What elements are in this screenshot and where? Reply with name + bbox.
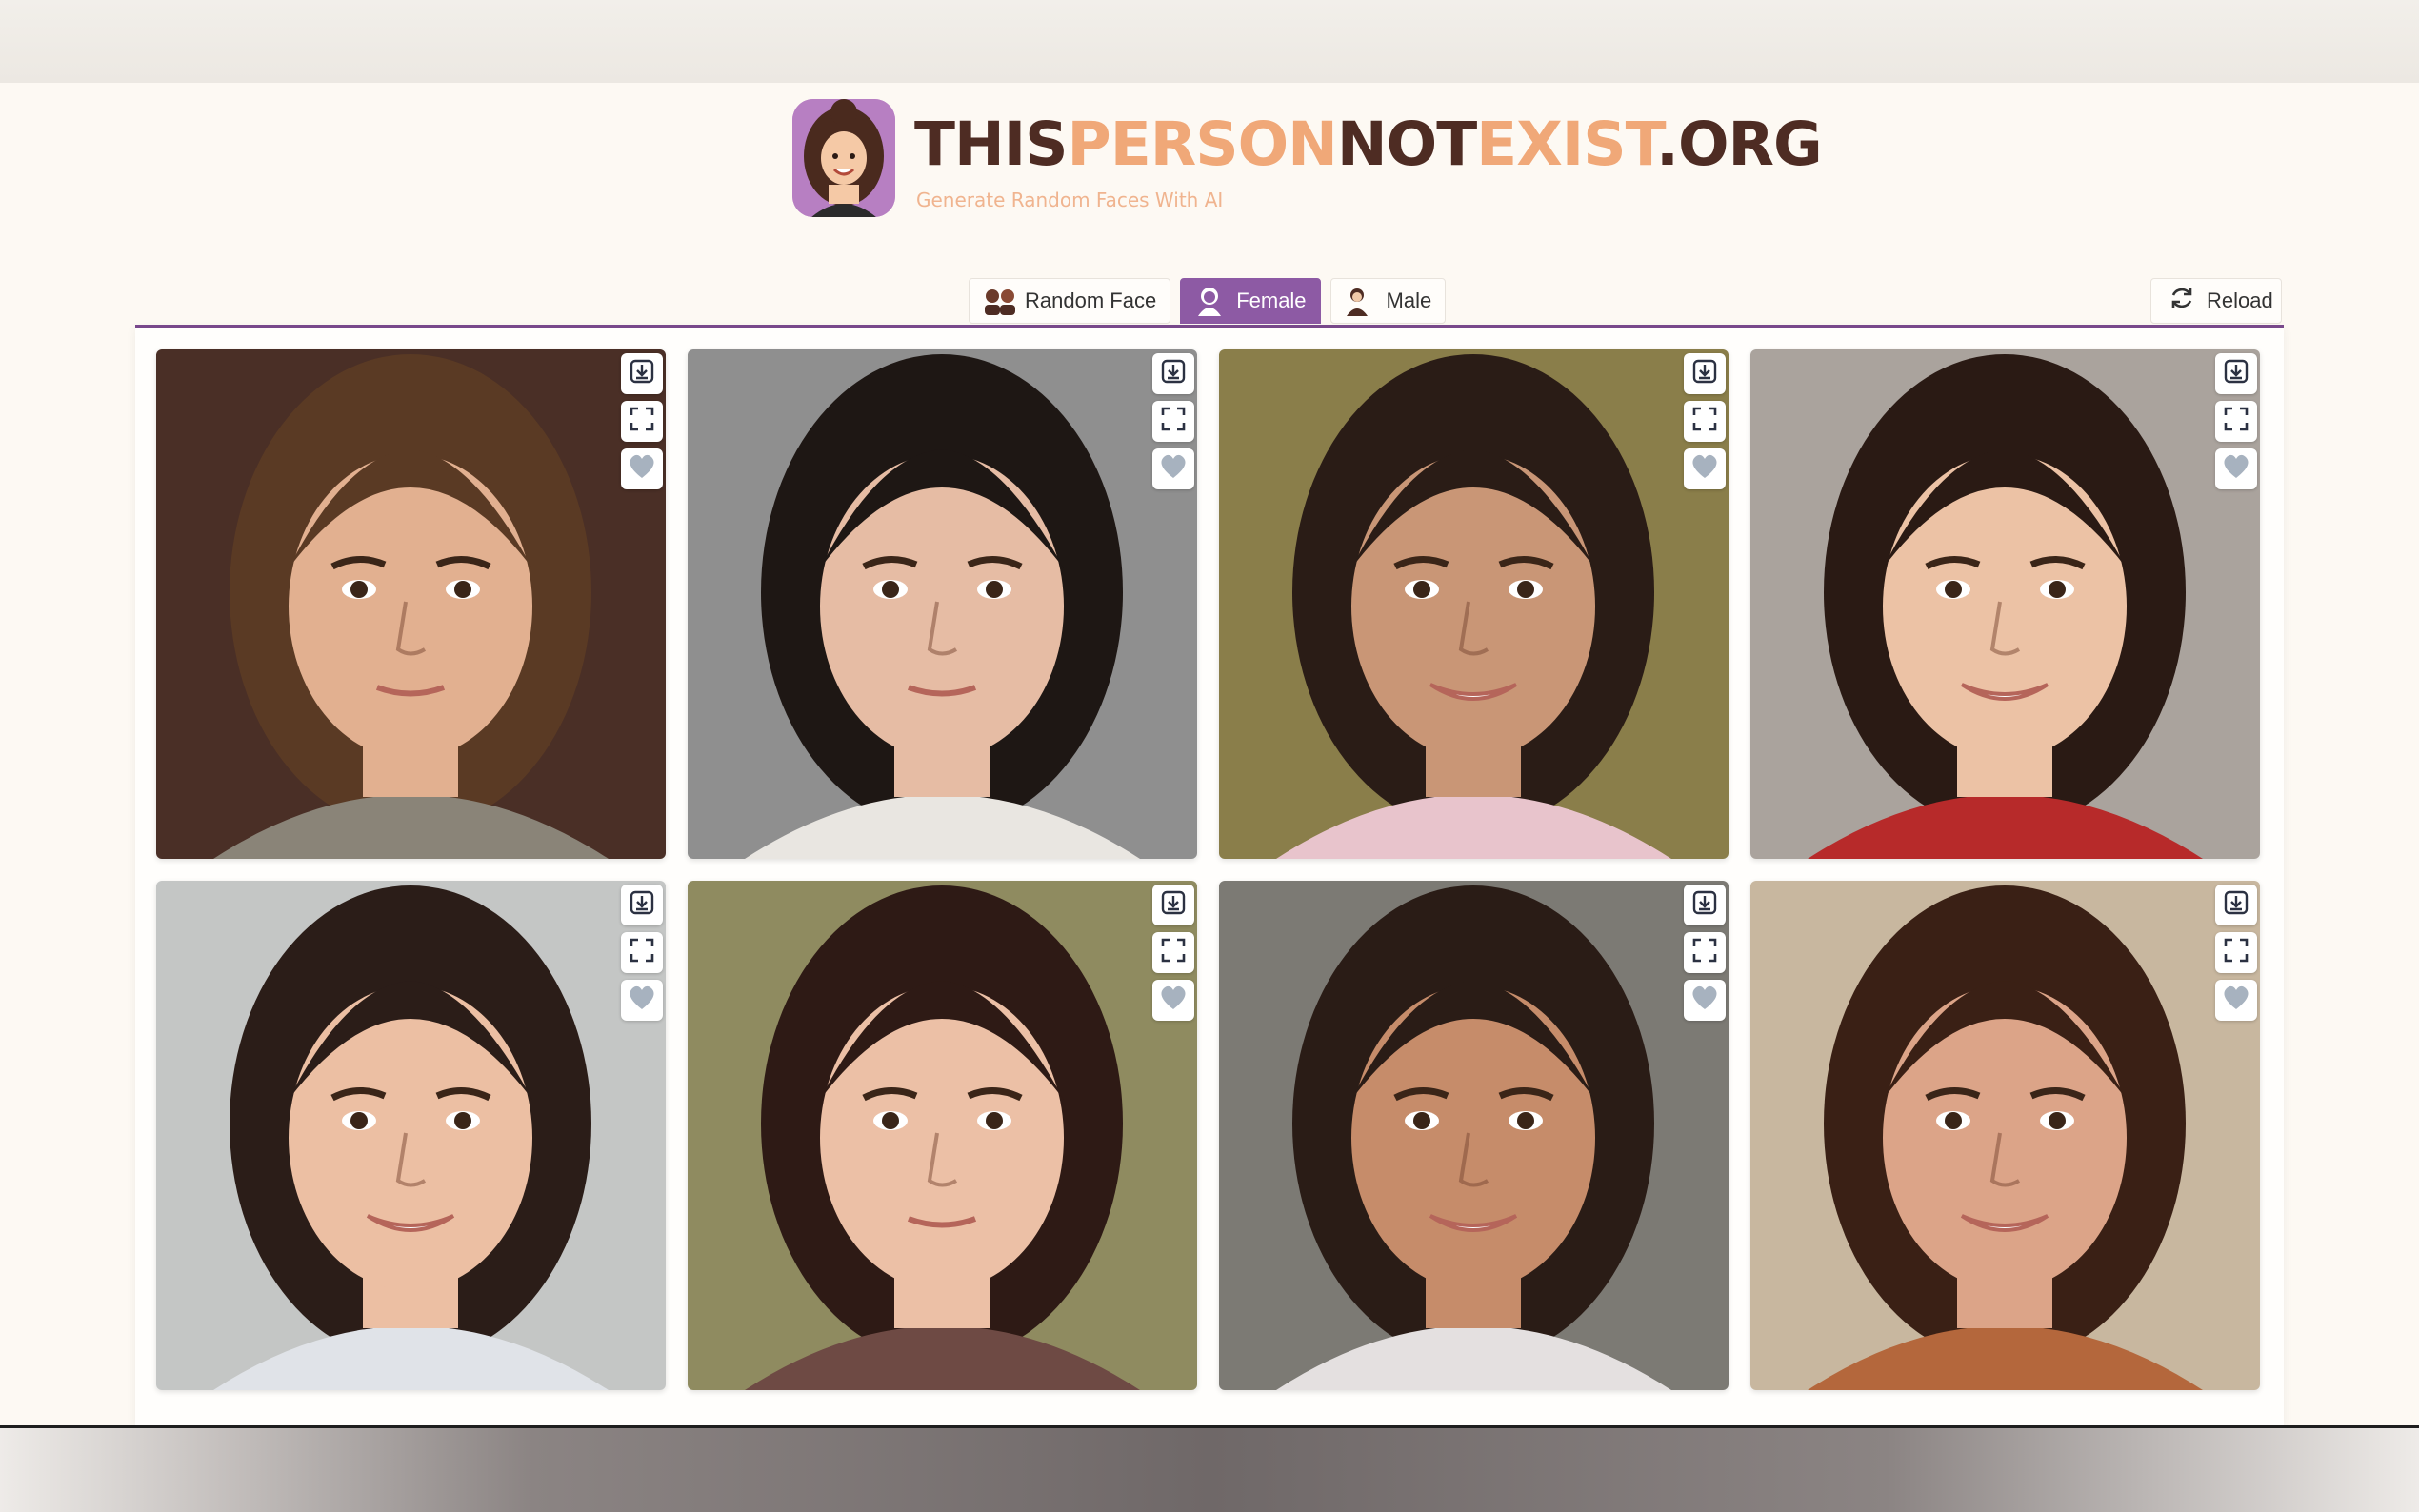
face-card[interactable] [1219,349,1729,859]
fullscreen-icon [1160,937,1187,968]
favorite-button[interactable] [621,980,663,1021]
browser-top-area [0,0,2419,83]
tab-female-label: Female [1236,288,1307,312]
card-actions [2215,885,2257,1021]
fullscreen-icon [629,937,655,968]
face-photo-woman [156,349,666,859]
favorite-button[interactable] [1684,448,1726,489]
heart-icon [1690,453,1719,485]
face-card[interactable] [1750,349,2260,859]
face-photo-woman [156,881,666,1390]
download-button[interactable] [1152,353,1194,394]
download-icon [1691,889,1718,921]
heart-icon [1159,453,1188,485]
fullscreen-icon [2223,937,2249,968]
fullscreen-icon [1160,406,1187,437]
download-button[interactable] [2215,885,2257,925]
tab-male[interactable]: Male [1329,278,1447,324]
tab-male-label: Male [1386,288,1432,312]
download-icon [2223,889,2249,921]
male-icon [1343,286,1377,316]
heart-icon [2222,453,2250,485]
download-button[interactable] [621,353,663,394]
fullscreen-button[interactable] [621,401,663,442]
face-photo-woman [688,881,1197,1390]
gender-tabs: Random Face Female Male [969,278,1447,324]
fullscreen-icon [2223,406,2249,437]
card-actions [1684,885,1726,1021]
face-card[interactable] [688,881,1197,1390]
download-button[interactable] [621,885,663,925]
heart-icon [1159,985,1188,1016]
download-icon [629,889,655,921]
face-card[interactable] [1219,881,1729,1390]
fullscreen-button[interactable] [621,932,663,973]
fullscreen-button[interactable] [2215,932,2257,973]
face-photo-woman [1750,881,2260,1390]
face-card[interactable] [156,881,666,1390]
card-actions [1152,885,1194,1021]
favorite-button[interactable] [2215,448,2257,489]
card-actions [1684,353,1726,489]
tab-random-face[interactable]: Random Face [969,278,1171,324]
card-actions [2215,353,2257,489]
download-button[interactable] [1684,353,1726,394]
favorite-button[interactable] [1684,980,1726,1021]
female-icon [1192,286,1227,316]
reload-button[interactable]: Reload [2150,278,2282,324]
card-actions [621,353,663,489]
face-card[interactable] [1750,881,2260,1390]
heart-icon [628,453,656,485]
download-button[interactable] [1684,885,1726,925]
heart-icon [628,985,656,1016]
fullscreen-icon [629,406,655,437]
face-photo-woman [1750,349,2260,859]
face-grid [156,349,2260,1390]
download-icon [2223,358,2249,389]
download-icon [1160,889,1187,921]
refresh-icon [2169,285,2195,317]
fullscreen-button[interactable] [1684,401,1726,442]
download-icon [629,358,655,389]
fullscreen-button[interactable] [2215,401,2257,442]
bottom-overlay-bar [0,1425,2419,1512]
favorite-button[interactable] [2215,980,2257,1021]
favorite-button[interactable] [1152,448,1194,489]
reload-label: Reload [2207,288,2273,312]
fullscreen-button[interactable] [1152,401,1194,442]
face-photo-woman [1219,881,1729,1390]
face-photo-woman [1219,349,1729,859]
card-actions [1152,353,1194,489]
fullscreen-button[interactable] [1152,932,1194,973]
tab-random-face-label: Random Face [1025,288,1157,312]
tab-female[interactable]: Female [1180,278,1321,324]
fullscreen-icon [1691,937,1718,968]
face-photo-woman [688,349,1197,859]
two-people-icon [981,286,1015,316]
download-button[interactable] [1152,885,1194,925]
face-card[interactable] [156,349,666,859]
face-card[interactable] [688,349,1197,859]
fullscreen-icon [1691,406,1718,437]
download-icon [1691,358,1718,389]
favorite-button[interactable] [621,448,663,489]
favorite-button[interactable] [1152,980,1194,1021]
site-title[interactable]: THISPERSONNOTEXIST.ORG [914,114,1823,174]
card-actions [621,885,663,1021]
download-button[interactable] [2215,353,2257,394]
heart-icon [2222,985,2250,1016]
logo-avatar-icon[interactable] [792,99,895,217]
download-icon [1160,358,1187,389]
fullscreen-button[interactable] [1684,932,1726,973]
heart-icon [1690,985,1719,1016]
site-tagline: Generate Random Faces With AI [916,189,1224,211]
